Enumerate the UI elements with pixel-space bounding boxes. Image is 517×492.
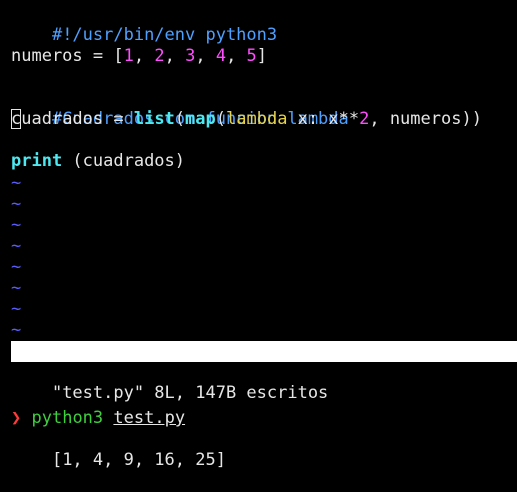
number-1: 1 <box>123 46 134 66</box>
number-4: 4 <box>215 46 227 66</box>
code-text: uadrados = <box>21 109 134 129</box>
shell-command: python3 <box>31 408 104 428</box>
write-message: "test.py" 8L, 147B escritos <box>51 383 329 403</box>
code-text: , numeros)) <box>369 109 482 129</box>
list-close: ] <box>256 46 268 66</box>
empty-line-marker: ~ <box>11 257 22 277</box>
empty-line-marker: ~ <box>11 320 22 340</box>
number-2: 2 <box>359 109 370 129</box>
empty-line-marker: ~ <box>11 278 22 298</box>
assign-open: = [ <box>82 46 124 66</box>
builtin-print: print <box>11 151 63 171</box>
empty-line-marker: ~ <box>11 173 22 193</box>
shell-argument: test.py <box>113 408 186 428</box>
separator: , <box>195 46 216 66</box>
number-3: 3 <box>185 46 196 66</box>
empty-line-marker: ~ <box>11 194 22 214</box>
separator: , <box>164 46 186 66</box>
keyword-lambda: lambda <box>226 109 288 129</box>
paren: ( <box>215 109 227 129</box>
code-text: (cuadrados) <box>62 151 186 171</box>
empty-line-marker: ~ <box>11 215 22 235</box>
separator: , <box>133 46 155 66</box>
var-numeros: numeros <box>11 46 83 66</box>
number-2: 2 <box>154 46 165 66</box>
text-cursor[interactable]: c <box>11 109 22 129</box>
code-line-shebang: #!/usr/bin/env python3 <box>11 4 277 45</box>
empty-line-marker: ~ <box>11 236 22 256</box>
program-output: [1, 4, 9, 16, 25] <box>51 450 226 470</box>
code-text: x: x** <box>287 109 360 129</box>
builtin-list: list <box>133 109 175 129</box>
code-line-comment: #Cuadrados con funcion lambda <box>11 88 349 129</box>
code-line-cuadrados[interactable]: cuadrados = list(map(lambda x: x**2, num… <box>11 109 482 130</box>
prompt-arrow-icon: ❯ <box>11 408 22 428</box>
terminal-window: #!/usr/bin/env python3 numeros = [1, 2, … <box>0 0 517 470</box>
number-5: 5 <box>246 46 257 66</box>
code-line-print: print (cuadrados) <box>11 151 185 172</box>
empty-line-marker: ~ <box>11 299 22 319</box>
builtin-map: map <box>185 109 216 129</box>
shell-output: [1, 4, 9, 16, 25] <box>11 429 226 470</box>
paren: ( <box>174 109 186 129</box>
editor-statusline: test.py <box>11 341 517 382</box>
separator: , <box>226 46 247 66</box>
shell-prompt-line[interactable]: ❯ python3 test.py <box>11 408 185 429</box>
code-line-numeros: numeros = [1, 2, 3, 4, 5] <box>11 46 267 67</box>
editor-message: "test.py" 8L, 147B escritos <box>11 362 328 403</box>
shebang-comment: #!/usr/bin/env python3 <box>51 25 278 45</box>
